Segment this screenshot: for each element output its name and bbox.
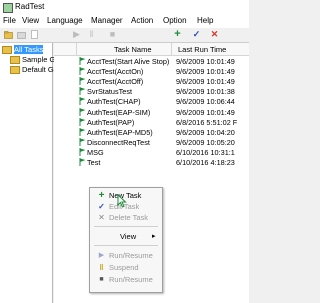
last-run-time-cell: 9/6/2009 10:01:49 — [176, 57, 235, 66]
column-header-task-name[interactable]: Task Name — [114, 45, 152, 54]
folder-icon — [2, 46, 12, 55]
menu-item-label: Delete Task — [109, 213, 149, 222]
task-flag-icon — [79, 147, 86, 156]
table-row[interactable]: Test 6/10/2016 4:18:23 — [54, 157, 249, 167]
column-header-last-run-time[interactable]: Last Run Time — [178, 45, 226, 54]
menu-item-delete-task[interactable]: ✕ Delete Task — [90, 212, 162, 223]
menu-item-label: Run/Resume — [109, 275, 153, 284]
task-flag-icon — [79, 97, 86, 106]
last-run-time-cell: 9/6/2009 10:05:20 — [176, 137, 235, 147]
menu-item-view[interactable]: View ▸ — [90, 231, 162, 242]
menu-view[interactable]: View — [22, 16, 39, 25]
table-row[interactable]: AuthTest(PAP) 6/8/2016 5:51:02 F — [54, 117, 249, 127]
task-name-cell: SvrStatusTest — [87, 87, 133, 97]
task-name-cell: AuthTest(CHAP) — [87, 97, 141, 107]
menu-item-run-resume[interactable]: ▶ Run/Resume — [90, 250, 162, 261]
last-run-time-cell: 9/6/2009 10:01:38 — [176, 87, 235, 97]
task-name-cell: AuthTest(EAP-MD5) — [87, 127, 153, 137]
delete-icon[interactable]: ✕ — [210, 30, 219, 39]
pause-icon: ‖ — [99, 263, 104, 272]
check-icon: ✓ — [98, 202, 105, 211]
last-run-time-cell: 9/6/2009 10:06:44 — [176, 97, 235, 107]
menu-language[interactable]: Language — [47, 16, 83, 25]
task-flag-icon — [79, 137, 86, 146]
table-row[interactable]: AcctTest(AcctOn) 9/6/2009 10:01:49 — [54, 66, 249, 76]
task-name-cell: MSG — [87, 147, 104, 157]
table-row[interactable]: MSG 6/10/2016 10:31:1 — [54, 147, 249, 157]
last-run-time-cell: 9/6/2009 10:01:49 — [176, 67, 235, 77]
task-flag-icon — [79, 107, 86, 116]
last-run-time-cell: 9/6/2009 10:01:49 — [176, 77, 235, 87]
menu-manager[interactable]: Manager — [91, 16, 123, 25]
page-icon[interactable] — [30, 30, 39, 39]
table-row[interactable]: AuthTest(EAP-MD5) 9/6/2009 10:04:20 — [54, 127, 249, 137]
menu-separator — [94, 245, 158, 246]
x-icon: ✕ — [98, 213, 105, 222]
folder-icon[interactable] — [4, 30, 13, 39]
column-divider[interactable] — [171, 43, 172, 55]
folder-icon — [10, 66, 20, 75]
folder-icon — [10, 56, 20, 65]
tree-item-all-tasks[interactable]: All Tasks — [2, 45, 44, 55]
task-name-cell: DisconnectReqTest — [87, 137, 150, 147]
task-name-cell: AuthTest(PAP) — [87, 117, 135, 127]
table-row[interactable]: AuthTest(EAP-SIM) 9/6/2009 10:01:49 — [54, 107, 249, 117]
mouse-cursor-icon — [117, 194, 127, 208]
last-run-time-cell: 9/6/2009 10:04:20 — [176, 127, 235, 137]
last-run-time-cell: 6/10/2016 4:18:23 — [176, 158, 235, 167]
last-run-time-cell: 6/8/2016 5:51:02 F — [176, 117, 238, 127]
task-flag-icon — [79, 117, 86, 126]
task-flag-icon — [79, 158, 86, 166]
menu-action[interactable]: Action — [131, 16, 153, 25]
menu-help[interactable]: Help — [197, 16, 213, 25]
menu-file[interactable]: File — [3, 16, 16, 25]
list-header: Task Name Last Run Time — [54, 43, 249, 56]
table-row[interactable]: AcctTest(Start Alive Stop) 9/6/2009 10:01… — [54, 56, 249, 66]
task-flag-icon — [79, 87, 86, 96]
pause-icon[interactable]: ‖ — [87, 30, 96, 39]
task-name-cell: Test — [87, 158, 101, 167]
toolbar: ▶ ‖ ■ + ✓ ✕ — [0, 28, 249, 43]
menu-item-run-resume-stop[interactable]: ■ Run/Resume — [90, 274, 162, 285]
task-flag-icon — [79, 77, 86, 86]
submenu-arrow-icon: ▸ — [152, 233, 156, 240]
tree-item-label: All Tasks — [14, 45, 44, 54]
app-icon — [3, 3, 13, 13]
menu-bar: File View Language Manager Action Option… — [0, 15, 249, 28]
group-tree: All Tasks Sample Group Default Group — [0, 43, 70, 303]
check-icon[interactable]: ✓ — [192, 30, 201, 39]
task-flag-icon — [79, 67, 86, 76]
window-title: RadTest — [15, 2, 45, 11]
task-flag-icon — [79, 127, 86, 136]
last-run-time-cell: 6/10/2016 10:31:1 — [176, 147, 235, 157]
column-divider[interactable] — [76, 43, 77, 55]
task-name-cell: AcctTest(AcctOn) — [87, 67, 144, 77]
task-name-cell: AcctTest(Start Alive Stop) — [87, 57, 170, 66]
menu-separator — [94, 226, 158, 227]
table-row[interactable]: AcctTest(AcctOff) 9/6/2009 10:01:49 — [54, 76, 249, 86]
task-name-cell: AcctTest(AcctOff) — [87, 77, 144, 87]
table-row[interactable]: SvrStatusTest 9/6/2009 10:01:38 — [54, 86, 249, 96]
table-row[interactable]: AuthTest(CHAP) 9/6/2009 10:06:44 — [54, 96, 249, 106]
add-icon[interactable]: + — [173, 29, 182, 40]
menu-item-suspend[interactable]: ‖ Suspend — [90, 262, 162, 273]
menu-option[interactable]: Option — [163, 16, 187, 25]
stop-icon[interactable]: ■ — [108, 30, 117, 39]
plus-icon: + — [98, 190, 105, 201]
play-icon: ▶ — [98, 252, 105, 259]
menu-item-label: Suspend — [109, 263, 139, 272]
skip-icon[interactable]: ▶ — [72, 30, 81, 39]
menu-item-label: View — [120, 232, 137, 241]
last-run-time-cell: 9/6/2009 10:01:49 — [176, 107, 235, 117]
folder-open-icon[interactable] — [17, 30, 26, 39]
stop-icon: ■ — [99, 276, 104, 283]
task-name-cell: AuthTest(EAP-SIM) — [87, 107, 151, 117]
task-flag-icon — [79, 57, 86, 65]
title-bar[interactable]: RadTest — [0, 0, 249, 15]
table-row[interactable]: DisconnectReqTest 9/6/2009 10:05:20 — [54, 137, 249, 147]
menu-item-label: Run/Resume — [109, 251, 153, 260]
